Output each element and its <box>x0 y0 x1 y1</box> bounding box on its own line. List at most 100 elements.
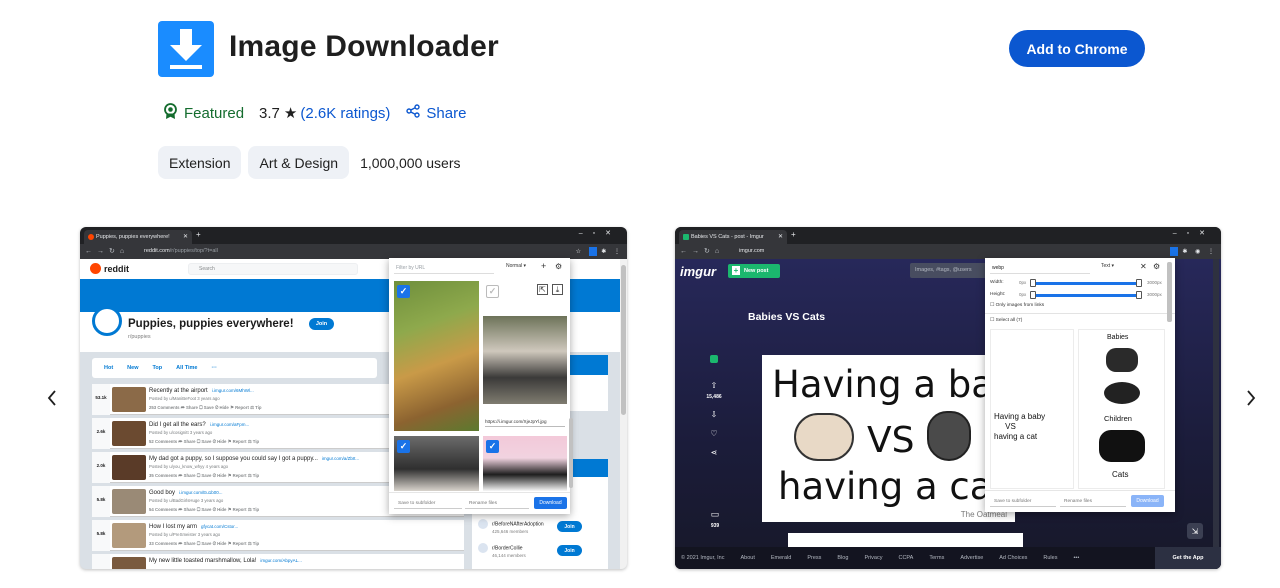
post-meta: Posted by u/BadGirlsHuge 3 years ago <box>149 498 224 503</box>
extension-toolbar-icons: ☆ ✱ ⋮ <box>576 247 623 256</box>
sort-bar: Hot New Top All Time ··· <box>92 358 377 378</box>
hide-action: Hide <box>217 473 227 478</box>
app-title: Image Downloader <box>229 30 499 63</box>
url-text: reddit.com/r/puppies/top/?t=all <box>138 246 527 257</box>
footer-link: Blog <box>837 555 849 561</box>
post-thumbnail <box>112 421 146 446</box>
meta-row: Featured 3.7 ★ (2.6K ratings) Share <box>163 102 466 124</box>
post-domain: imgur.com/AbpyAL... <box>260 558 302 563</box>
slider-handle-icon <box>1030 279 1036 287</box>
footer-link: Privacy <box>864 555 883 561</box>
share-button[interactable]: Share <box>406 104 466 122</box>
puppy-image-thumbnail <box>394 281 479 431</box>
download-button: Download <box>1131 495 1164 507</box>
page-scrollbar <box>1213 259 1219 547</box>
address-bar: ←→↻⌂ imgur.com ✱ ◉ ⋮ <box>675 244 1221 259</box>
reddit-logo-text: reddit <box>104 263 130 274</box>
address-bar: ←→↻⌂ reddit.com/r/puppies/top/?t=all ☆ ✱… <box>80 244 627 259</box>
post-domain: i.imgur.com/Eu1b00... <box>179 490 223 495</box>
screenshot-reddit[interactable]: Puppies, puppies everywhere! ✕ + –▫✕ ←→↻… <box>80 227 627 569</box>
sort-top: Top <box>152 365 163 371</box>
ratings-link[interactable]: 2.6K ratings <box>305 105 385 122</box>
width-slider <box>1033 282 1139 285</box>
tip-action: Tip <box>252 507 260 512</box>
rename-input: Rename files <box>1060 496 1126 507</box>
window-controls-icon: –▫✕ <box>1172 230 1215 237</box>
image-downloader-toolbar-icon <box>588 247 597 256</box>
share-icon: ⋖ <box>710 448 718 457</box>
chip-extension[interactable]: Extension <box>158 146 242 179</box>
imgur-logo: imgur <box>680 264 717 279</box>
post-meta: Posted by u/you_know_whyy 4 years ago <box>149 464 229 469</box>
sort-hot: Hot <box>104 365 114 371</box>
close-icon: ✕ <box>777 234 783 240</box>
save-action: Save <box>203 405 214 410</box>
nav-buttons-icon: ←→↻⌂ <box>85 248 130 255</box>
width-label: Width: <box>990 280 1004 285</box>
post-thumbnail <box>112 557 146 569</box>
comic-image: Having a baby VS having a cat The Oatmea… <box>762 355 1039 522</box>
carousel-prev-button[interactable] <box>42 388 62 408</box>
imgur-favicon <box>683 234 689 240</box>
post-domain: imgur.com/a/ZbIt... <box>321 456 360 461</box>
height-max: 3000px <box>1147 292 1162 297</box>
width-max: 3000px <box>1147 280 1162 285</box>
get-app-button: Get the App <box>1155 547 1221 569</box>
filter-input: webp <box>990 263 1090 274</box>
post-actions: 54 Comments ⮫ Share ▢ Save ⊘ Hide ⚑ Repo… <box>149 507 260 512</box>
image-downloader-popup: Filter by URL Normal ▾ + ⚙ ✓ ✓ ⇱ ⤓ https… <box>389 258 573 514</box>
reddit-logo: reddit <box>90 263 129 274</box>
post-title: My new little toasted marshmallow, Lola!… <box>149 558 302 564</box>
reddit-post: My new little toasted marshmallow, Lola!… <box>92 554 464 569</box>
reddit-post: 5.8k How I lost my arm gfycat.com/Cstor..… <box>92 520 464 551</box>
extension-toolbar-icons: ✱ ◉ ⋮ <box>1169 247 1217 256</box>
footer-link: Press <box>807 555 822 561</box>
add-to-chrome-button[interactable]: Add to Chrome <box>1009 30 1145 67</box>
save-action: Save <box>201 507 212 512</box>
thumb-children: Children <box>1104 414 1132 423</box>
post-meta: Posted by u/PreSmeister 3 years ago <box>149 532 221 537</box>
community-name: r/BeforeNAfterAdoption <box>492 521 544 528</box>
post-title: Good boy i.imgur.com/Eu1b00... <box>149 490 223 496</box>
post-meta: Posted by u/cosignitt 3 years ago <box>149 430 213 435</box>
checkbox-checked-icon: ✓ <box>397 285 410 298</box>
new-tab-icon: + <box>196 230 201 239</box>
sort-new: New <box>127 365 139 371</box>
browser-tab: Puppies, puppies everywhere! ✕ <box>84 230 192 244</box>
chevron-left-icon <box>47 390 56 406</box>
featured-badge[interactable]: Featured <box>163 102 244 124</box>
tip-action: Tip <box>252 473 260 478</box>
post-actions: 33 Comments ⮫ Share ▢ Save ⊘ Hide ⚑ Repo… <box>149 541 260 546</box>
thumb-comic-line-2: having a cat <box>994 432 1038 441</box>
select-all-checkbox: ☐ Select all (7) <box>990 318 1023 323</box>
post-title-text: Recently at the airport <box>149 388 208 394</box>
slider-handle-icon <box>1136 279 1142 287</box>
post-domain: i.imgur.com/6MhWl... <box>211 388 254 393</box>
popup-footer: Save to subfolder Rename files Download <box>389 492 570 514</box>
post-comments: 54 Comments <box>149 507 178 512</box>
post-comments: 52 Comments <box>149 439 178 444</box>
vote-count: 15,486 <box>706 394 722 400</box>
settings-icon: ⚙ <box>1153 262 1161 271</box>
mode-select-value: Text <box>1101 263 1111 269</box>
post-thumbnail <box>112 489 146 514</box>
chip-art-design[interactable]: Art & Design <box>248 146 350 179</box>
url-path: /r/puppies/top/?t=all <box>169 248 218 254</box>
post-title-text: Good boy <box>149 490 176 496</box>
footer-link: CCPA <box>898 555 914 561</box>
community-name: r/BorderCollie <box>492 545 523 552</box>
category-chips: Extension Art & Design 1,000,000 users <box>158 146 460 179</box>
comment-icon: ▭ <box>710 509 720 519</box>
comic-image-next <box>788 533 1023 547</box>
screenshot-imgur[interactable]: Babies VS Cats - post - Imgur ✕ + –▫✕ ←→… <box>675 227 1221 569</box>
open-new-tab-icon: ⇱ <box>537 284 548 295</box>
community-members: 46,144 members <box>492 553 526 558</box>
hide-action: Hide <box>219 405 229 410</box>
post-comments: 35 Comments <box>149 473 178 478</box>
carousel-next-button[interactable] <box>1241 388 1261 408</box>
image-downloader-toolbar-icon <box>1169 247 1178 256</box>
download-icon: ⤓ <box>552 284 563 295</box>
vote-count: 5.8k <box>92 486 110 517</box>
hide-action: Hide <box>217 439 227 444</box>
report-action: Report <box>232 507 247 512</box>
